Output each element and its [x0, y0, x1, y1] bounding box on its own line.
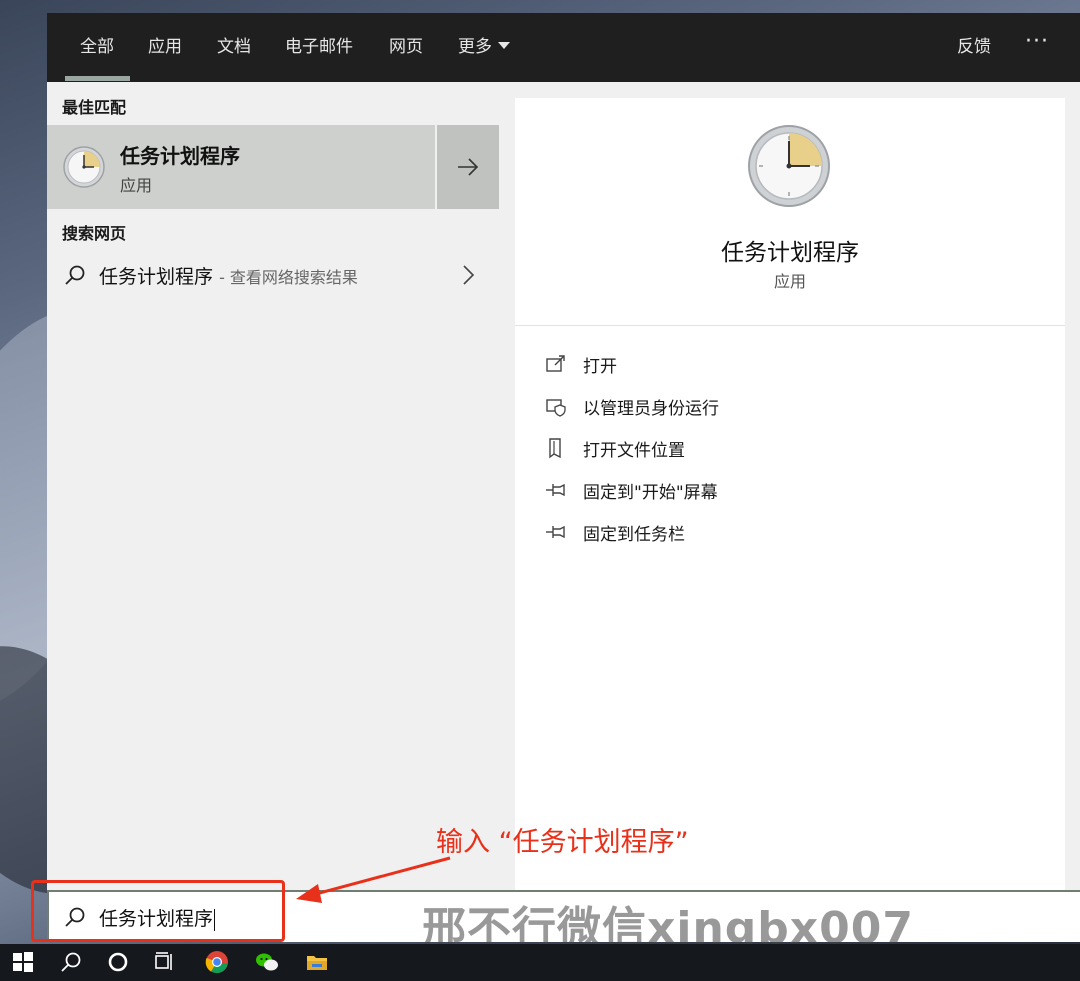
chevron-down-icon	[498, 41, 510, 49]
action-pin-to-taskbar[interactable]: 固定到任务栏	[545, 517, 945, 547]
task-view-icon[interactable]	[153, 950, 177, 974]
web-search-query: 任务计划程序	[99, 266, 214, 288]
best-match-expand-button[interactable]	[437, 125, 499, 209]
tab-more[interactable]: 更多	[458, 36, 510, 58]
action-pin-to-start-label: 固定到"开始"屏幕	[583, 483, 718, 503]
taskbar	[0, 944, 1080, 981]
web-search-result[interactable]: 任务计划程序 - 查看网络搜索结果	[47, 257, 499, 293]
search-icon[interactable]	[59, 950, 83, 974]
open-window-icon	[546, 355, 565, 372]
pin-icon	[546, 525, 565, 539]
arrow-right-icon	[458, 158, 479, 176]
search-icon	[65, 265, 85, 285]
more-options-button[interactable]: ···	[1025, 29, 1049, 54]
best-match-subtitle: 应用	[120, 176, 153, 195]
app-preview-subtitle: 应用	[773, 272, 806, 291]
web-search-text: 任务计划程序 - 查看网络搜索结果	[99, 262, 358, 289]
tab-more-label: 更多	[458, 37, 492, 57]
web-search-header: 搜索网页	[62, 224, 127, 243]
chrome-icon[interactable]	[205, 950, 229, 974]
action-open[interactable]: 打开	[545, 349, 945, 379]
shield-admin-icon	[546, 399, 566, 417]
file-location-icon	[549, 438, 561, 459]
search-tabs-bar: 全部 应用 文档 电子邮件 网页 更多 反馈 ···	[47, 13, 1080, 82]
active-tab-indicator	[65, 76, 130, 81]
tab-apps[interactable]: 应用	[148, 36, 182, 58]
annotation-text: 输入 “任务计划程序”	[436, 827, 689, 858]
tab-all[interactable]: 全部	[80, 36, 114, 58]
wechat-icon[interactable]	[255, 950, 279, 974]
search-flyout: 全部 应用 文档 电子邮件 网页 更多 反馈 ··· 最佳匹配 任务计划程序 应…	[47, 13, 1080, 890]
tab-email[interactable]: 电子邮件	[285, 36, 353, 58]
feedback-button[interactable]: 反馈	[957, 36, 991, 58]
windows-start-icon[interactable]	[11, 950, 35, 974]
tab-documents[interactable]: 文档	[217, 36, 251, 58]
action-open-file-location[interactable]: 打开文件位置	[545, 433, 945, 463]
annotation-highlight-box	[31, 880, 285, 942]
tab-web[interactable]: 网页	[389, 36, 423, 58]
pin-icon	[546, 483, 565, 497]
best-match-result[interactable]: 任务计划程序 应用	[47, 125, 435, 209]
action-open-file-location-label: 打开文件位置	[583, 441, 685, 461]
task-scheduler-clock-icon	[748, 125, 830, 207]
action-run-as-admin-label: 以管理员身份运行	[583, 399, 719, 419]
chevron-right-icon	[463, 265, 475, 285]
web-search-description: - 查看网络搜索结果	[219, 268, 358, 287]
task-scheduler-clock-icon	[63, 146, 105, 188]
best-match-title: 任务计划程序	[120, 144, 240, 168]
action-pin-to-start[interactable]: 固定到"开始"屏幕	[545, 475, 945, 505]
action-run-as-admin[interactable]: 以管理员身份运行	[545, 391, 945, 421]
file-explorer-icon[interactable]	[305, 950, 329, 974]
app-preview-header: 任务计划程序 应用	[515, 98, 1065, 326]
best-match-header: 最佳匹配	[62, 98, 127, 117]
app-preview-title: 任务计划程序	[721, 240, 859, 266]
action-open-label: 打开	[583, 357, 617, 377]
app-preview-panel: 任务计划程序 应用 打开 以管理员身份运行 打开文件位置 固定到"开始"屏幕 固…	[515, 98, 1065, 890]
cortana-icon[interactable]	[106, 950, 130, 974]
action-pin-to-taskbar-label: 固定到任务栏	[583, 525, 685, 545]
